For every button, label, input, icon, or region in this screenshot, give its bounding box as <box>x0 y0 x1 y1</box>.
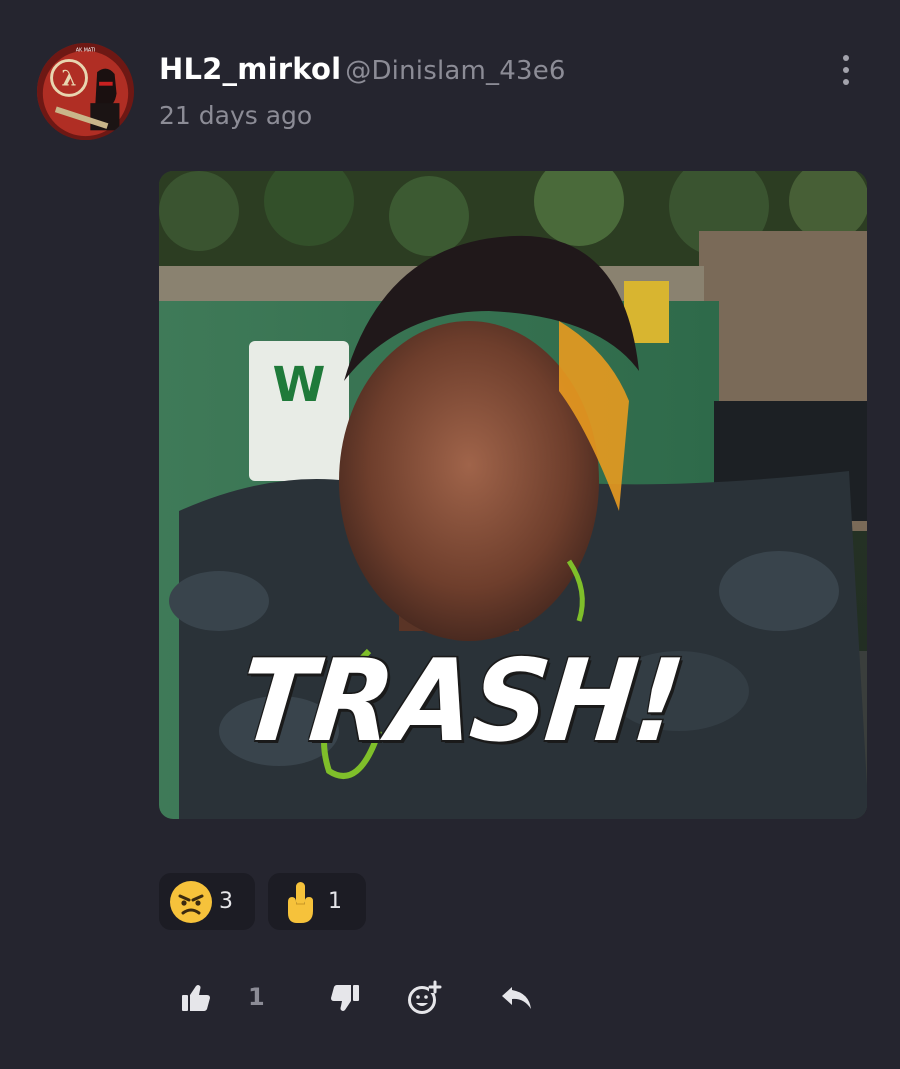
reaction-count: 1 <box>328 889 342 914</box>
add-reaction-button[interactable] <box>405 978 445 1018</box>
add-reaction-icon <box>408 980 442 1014</box>
more-dot <box>843 55 849 61</box>
like-count: 1 <box>248 983 265 1011</box>
more-options-button[interactable] <box>830 55 862 91</box>
svg-text:λ: λ <box>62 67 77 92</box>
angry-face-icon <box>169 880 213 924</box>
media-caption: TRASH! <box>233 635 687 768</box>
like-button[interactable] <box>176 978 216 1018</box>
user-handle[interactable]: @Dinislam_43e6 <box>345 56 565 86</box>
thumbs-up-icon <box>182 985 210 1011</box>
avatar-text: AK MATI <box>76 48 96 54</box>
reply-button[interactable] <box>497 978 537 1018</box>
reaction-angry[interactable]: 3 <box>159 873 255 930</box>
middle-finger-icon <box>278 880 322 924</box>
username[interactable]: HL2_mirkol <box>159 52 341 86</box>
post-timestamp: 21 days ago <box>159 101 313 130</box>
reply-icon <box>502 987 531 1009</box>
post-author[interactable]: HL2_mirkol @Dinislam_43e6 <box>159 52 566 86</box>
svg-text:W: W <box>273 357 326 413</box>
thumbs-down-icon <box>331 985 359 1011</box>
dislike-button[interactable] <box>325 978 365 1018</box>
more-dot <box>843 67 849 73</box>
reaction-middle-finger[interactable]: 1 <box>268 873 366 930</box>
reaction-count: 3 <box>219 889 233 914</box>
avatar[interactable]: λ AK MATI <box>37 43 134 140</box>
more-dot <box>843 79 849 85</box>
avatar-image: λ AK MATI <box>37 43 134 140</box>
